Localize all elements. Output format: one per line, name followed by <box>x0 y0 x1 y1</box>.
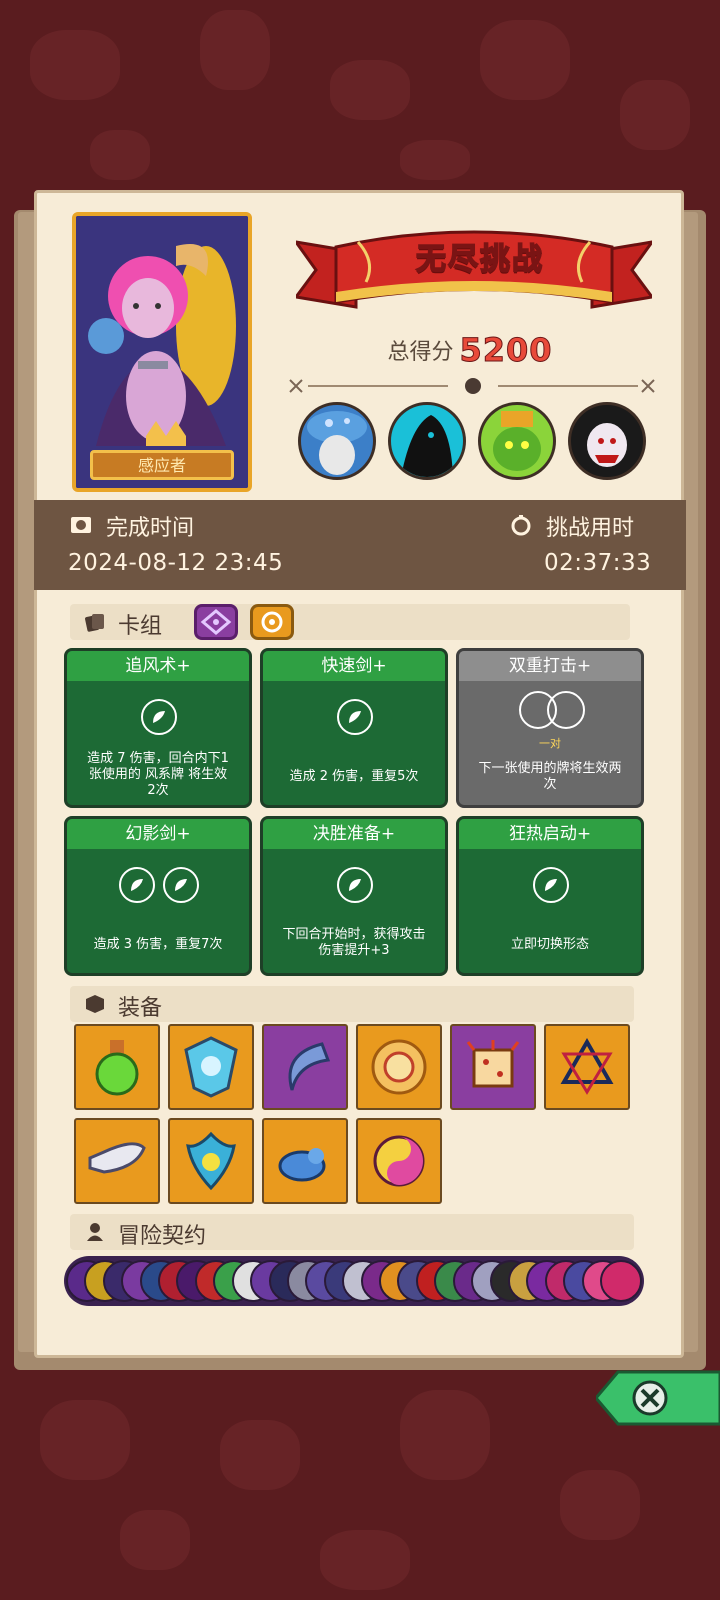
ring-icon <box>547 691 585 729</box>
green-goblin-king-boss-icon <box>478 402 556 480</box>
shadow-demon-boss-icon <box>388 402 466 480</box>
card-desc-line: 2次 <box>147 783 169 798</box>
wind-orb-icon <box>337 699 373 735</box>
card-desc-line: 造成 3 伤害，重复7次 <box>93 937 223 952</box>
wind-orb-icon <box>163 867 199 903</box>
deck-card[interactable]: 双重打击+ 一对 下一张使用的牌将生效两 次 <box>456 648 644 808</box>
green-potion-icon[interactable] <box>74 1024 160 1110</box>
card-desc-line: 下回合开始时，获得攻击 <box>282 927 426 942</box>
vampire-boss-icon <box>568 402 646 480</box>
ornament-divider <box>289 378 655 394</box>
card-desc-line: 伤害提升+3 <box>318 943 390 958</box>
person-icon <box>87 1223 103 1241</box>
time-info-strip: 完成时间 2024-08-12 23:45 挑战用时 02:37:33 <box>34 500 686 590</box>
wind-orb-icon <box>119 867 155 903</box>
yin-yang-orb-icon[interactable] <box>356 1118 442 1204</box>
contract-badge-icon[interactable] <box>600 1260 642 1302</box>
hexagram-amulet-icon[interactable] <box>544 1024 630 1110</box>
deck-label: 卡组 <box>118 614 163 639</box>
film-clock-icon <box>71 517 91 533</box>
challenge-duration-label: 挑战用时 <box>546 516 635 541</box>
deck-card[interactable]: 决胜准备+ 下回合开始时，获得攻击 伤害提升+3 <box>260 816 448 976</box>
card-title: 决胜准备+ <box>263 819 445 849</box>
crescent-blade-icon[interactable] <box>262 1024 348 1110</box>
pair-note: 一对 <box>539 737 561 750</box>
deck-card[interactable]: 快速剑+ 造成 2 伤害，重复5次 <box>260 648 448 808</box>
card-title: 追风术+ <box>67 651 249 681</box>
defeated-bosses-row <box>298 402 650 484</box>
deck-section-header: 卡组 <box>70 604 630 640</box>
contracts-section-header: 冒险契约 <box>70 1214 634 1250</box>
character-portrait-card: 感应者 <box>72 212 252 492</box>
card-title: 双重打击+ <box>459 651 641 681</box>
card-desc-line: 造成 2 伤害，重复5次 <box>289 769 419 784</box>
completion-time-label: 完成时间 <box>106 516 195 541</box>
close-button[interactable] <box>596 1368 720 1428</box>
flame-mask-icon[interactable] <box>168 1118 254 1204</box>
stopwatch-icon <box>511 515 531 536</box>
card-desc-line: 立即切换形态 <box>510 937 589 952</box>
box-icon <box>86 995 104 1013</box>
challenge-duration-value: 02:37:33 <box>544 550 652 576</box>
crystal-shield-icon[interactable] <box>168 1024 254 1110</box>
total-score-row: 总得分 5200 <box>360 330 580 370</box>
card-desc-line: 造成 7 伤害，回合内下1 <box>87 751 229 766</box>
mushroom-elder-boss-icon <box>298 402 376 480</box>
deck-card[interactable]: 狂热启动+ 立即切换形态 <box>456 816 644 976</box>
character-portrait-art <box>76 216 248 488</box>
deck-card[interactable]: 追风术+ 造成 7 伤害，回合内下1 张使用的 风系牌 将生效 2次 <box>64 648 252 808</box>
spiked-dice-icon[interactable] <box>450 1024 536 1110</box>
card-title: 快速剑+ <box>263 651 445 681</box>
equipment-label: 装备 <box>118 996 163 1021</box>
golden-coin-icon[interactable] <box>356 1024 442 1110</box>
score-label: 总得分 <box>387 340 454 365</box>
close-x-icon <box>632 1380 668 1416</box>
purple-rune-tag-icon[interactable] <box>194 604 238 640</box>
card-desc-line: 次 <box>543 777 557 792</box>
card-desc-line: 下一张使用的牌将生效两 <box>478 761 622 776</box>
character-name: 感应者 <box>90 450 234 480</box>
orange-swirl-tag-icon[interactable] <box>250 604 294 640</box>
equipment-section-header: 装备 <box>70 986 634 1022</box>
horn-icon[interactable] <box>74 1118 160 1204</box>
card-title: 幻影剑+ <box>67 819 249 849</box>
completion-time-value: 2024-08-12 23:45 <box>68 550 284 576</box>
contracts-strip <box>64 1256 644 1306</box>
score-value: 5200 <box>459 331 553 370</box>
deck-card[interactable]: 幻影剑+ 造成 3 伤害，重复7次 <box>64 816 252 976</box>
card-title: 狂热启动+ <box>459 819 641 849</box>
blue-slime-icon[interactable] <box>262 1118 348 1204</box>
contracts-label: 冒险契约 <box>118 1224 207 1249</box>
card-desc-line: 张使用的 风系牌 将生效 <box>88 767 228 782</box>
wind-orb-icon <box>533 867 569 903</box>
mode-title: 无尽挑战 <box>415 241 544 278</box>
cards-icon <box>85 614 104 632</box>
wind-orb-icon <box>141 699 177 735</box>
wind-orb-icon <box>337 867 373 903</box>
